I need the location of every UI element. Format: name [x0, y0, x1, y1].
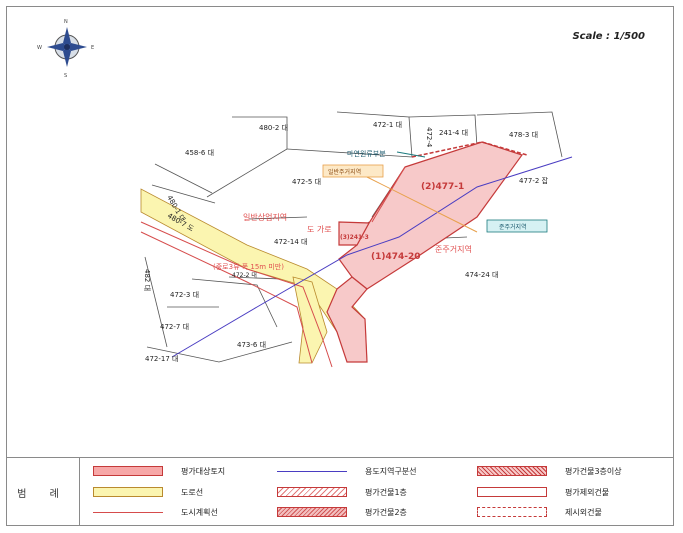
parcel-474-24: 474-24 대	[465, 271, 498, 279]
legend-swatch	[277, 487, 347, 497]
callout-general-residential: 일반주거지역	[322, 164, 384, 178]
parcel-241-4: 241-4 대	[439, 129, 468, 137]
parcel-472-14: 472-14 대	[274, 238, 307, 246]
legend-swatch	[93, 466, 163, 476]
svg-text:마연원류부분: 마연원류부분	[347, 149, 386, 158]
parcel-482: 482 대	[143, 269, 151, 291]
parcel-473-6: 473-6 대	[237, 341, 266, 349]
compass-w: W	[37, 45, 42, 51]
map-canvas: N S W E 480-2 대 472-1 대 241-4 대 478-3 대 …	[37, 19, 573, 368]
legend-building-3: 평가건물3층이상	[477, 464, 622, 478]
parcel-478-3: 478-3 대	[509, 131, 538, 139]
parcel-480-2: 480-2 대	[259, 124, 288, 132]
legend-building-1: 평가건물1층	[277, 485, 407, 499]
map-scale: Scale : 1/500	[572, 31, 645, 42]
legend-title: 범 례	[7, 458, 80, 526]
callout-semi-residential: 준주거지역	[486, 219, 548, 233]
parcel-477-2: 477-2 잡	[519, 176, 549, 185]
legend-swatch	[477, 487, 547, 497]
legend-swatch	[93, 511, 163, 513]
zone-general-commercial: 일반상업지역	[243, 212, 287, 222]
legend-building-2: 평가건물2층	[277, 505, 407, 519]
legend-subject-land: 평가대상토지	[93, 464, 225, 478]
legend-planned-building: 평가제외건물	[477, 485, 609, 499]
legend-swatch	[93, 487, 163, 497]
subject-241-3: (3)241-3	[340, 234, 369, 241]
parcel-472-1: 472-1 대	[373, 121, 402, 129]
legend-swatch	[277, 507, 347, 517]
svg-text:일반주거지역: 일반주거지역	[328, 168, 361, 176]
compass-s: S	[64, 73, 67, 79]
callout-remnant: 마연원류부분	[347, 149, 386, 158]
parcel-472-4: 472-4	[425, 127, 433, 148]
parcel-458-6: 458-6 대	[185, 149, 214, 157]
legend-zoning-line: 용도지역구분선	[277, 464, 417, 478]
legend-swatch	[277, 470, 347, 472]
svg-text:준주거지역: 준주거지역	[499, 223, 527, 231]
parcel-472-5: 472-5 대	[292, 178, 321, 186]
compass-n: N	[64, 19, 68, 25]
parcel-472-17: 472-17 대	[145, 355, 178, 363]
legend-other-building: 제시외건물	[477, 505, 602, 519]
parcel-472-3: 472-3 대	[170, 291, 199, 299]
compass-e: E	[91, 45, 94, 51]
parcel-472-7: 472-7 대	[160, 323, 189, 331]
subject-474-20: (1)474-20	[371, 252, 421, 262]
zone-semi-residential: 준주거지역	[435, 244, 472, 254]
legend-swatch	[477, 507, 547, 517]
legend: 범 례 평가대상토지 도로선 도시계획선 용도지역구분선 평가건물1층 평가건물…	[7, 457, 673, 526]
legend-swatch	[477, 466, 547, 476]
subject-477-1: (2)477-1	[421, 182, 464, 192]
zone-road-width: (중로3류 폭 15m 미만)	[213, 262, 284, 271]
parcel-472-2: 472-2 대	[232, 271, 257, 279]
zone-road: 도 가로	[307, 225, 332, 234]
legend-city-plan: 도시계획선	[93, 505, 218, 519]
compass-icon: N S W E	[37, 19, 94, 79]
cadastral-map: N S W E 480-2 대 472-1 대 241-4 대 478-3 대 …	[7, 7, 673, 457]
legend-road: 도로선	[93, 485, 203, 499]
